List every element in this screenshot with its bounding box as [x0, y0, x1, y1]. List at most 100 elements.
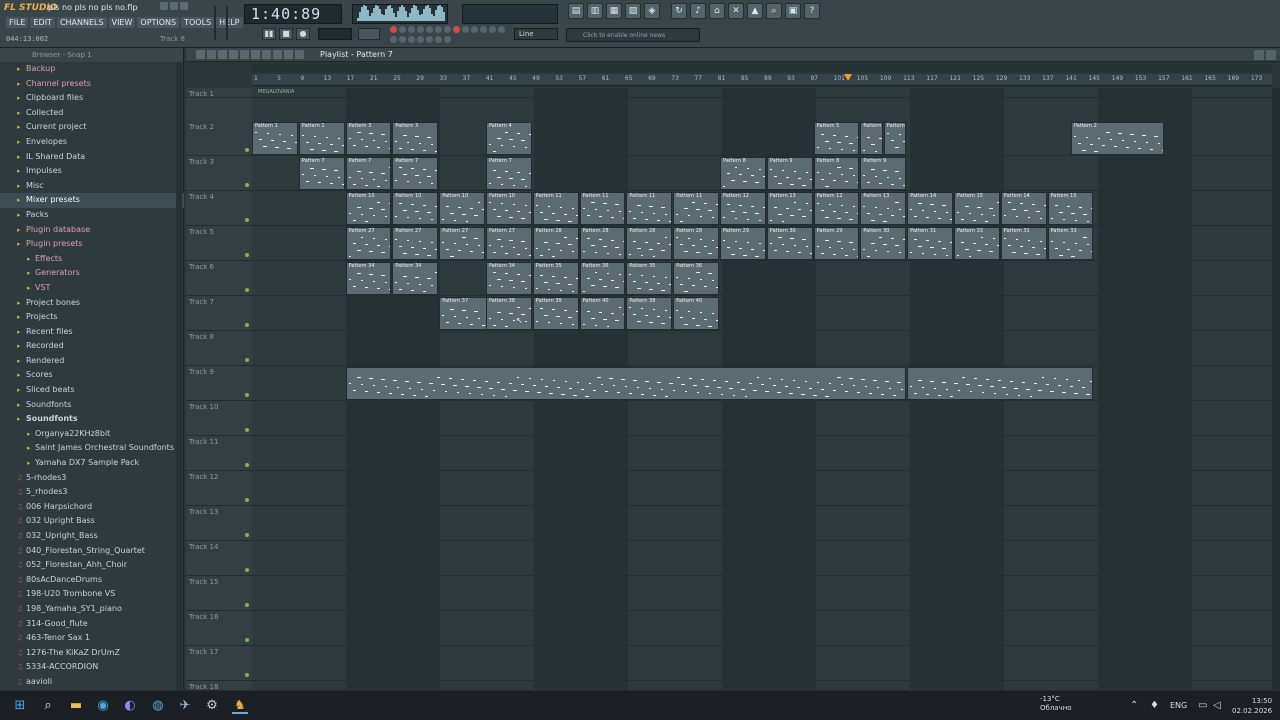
browser-item[interactable]: Saint James Orchestral Soundfonts — [0, 441, 184, 456]
track-lane[interactable] — [252, 541, 1272, 576]
track-mute-icon[interactable] — [245, 673, 249, 677]
playlist-grid[interactable]: MEGALOVANIA Pattern 1 Pattern 1 Pattern 3 Pa… — [252, 88, 1272, 690]
search-icon[interactable]: ⌕ — [40, 698, 56, 714]
horizontal-scrollbar[interactable] — [252, 64, 1272, 72]
pattern-clip[interactable]: Pattern 13 — [766, 192, 813, 225]
browser-item[interactable]: 314-Good_flute — [0, 617, 184, 632]
track-header[interactable]: Track 2 — [186, 121, 252, 156]
browser-item[interactable]: 040_Florestan_String_Quartet — [0, 544, 184, 559]
browser-item[interactable]: Sliced beats — [0, 383, 184, 398]
pattern-clip[interactable]: Pattern 30 — [766, 227, 813, 260]
pattern-clip[interactable]: Pattern 31 — [907, 227, 953, 260]
pattern-clip[interactable]: Pattern 34 — [486, 262, 532, 295]
song-time-display[interactable]: 1:40:89 — [244, 4, 342, 24]
pattern-clip[interactable]: Pattern 10 — [486, 192, 532, 225]
track-header[interactable]: Track 5 — [186, 226, 252, 261]
pattern-clip[interactable]: Pattern 35 — [626, 262, 673, 295]
browser-item[interactable]: Packs — [0, 208, 184, 223]
discord-icon[interactable]: ◐ — [122, 698, 138, 714]
master-sliders[interactable] — [208, 4, 236, 44]
recording-options[interactable] — [390, 26, 510, 44]
playlist-maximize-button[interactable] — [1254, 50, 1264, 60]
track-mute-icon[interactable] — [245, 603, 249, 607]
browser-item[interactable]: Effects — [0, 252, 184, 267]
track-mute-icon[interactable] — [245, 533, 249, 537]
tempo-display[interactable] — [318, 28, 352, 40]
slip-tool-icon[interactable] — [240, 50, 249, 59]
system-clock[interactable]: 13:50 02.02.2026 — [1232, 696, 1272, 716]
track-lane[interactable] — [252, 88, 1272, 98]
track-lane[interactable] — [252, 471, 1272, 506]
browser-scrollbar[interactable] — [176, 62, 182, 690]
pattern-clip[interactable]: Pattern 12 — [813, 192, 860, 225]
playlist-shortcut-icon[interactable]: ▤ — [568, 3, 584, 19]
pattern-clip[interactable]: Pattern 33 — [954, 227, 1000, 260]
pattern-clip[interactable]: Pattern 7 — [298, 157, 345, 190]
track-mute-icon[interactable] — [245, 463, 249, 467]
playback-tool-icon[interactable] — [284, 50, 293, 59]
chevron-up-icon[interactable]: ⌃ — [1130, 700, 1138, 711]
pause-button[interactable]: ▮▮ — [262, 28, 276, 40]
browser-item[interactable]: Impulses — [0, 164, 184, 179]
track-mute-icon[interactable] — [245, 218, 249, 222]
pattern-clip[interactable]: Pattern 11 — [579, 192, 626, 225]
pattern-clip[interactable]: Pattern 27 — [392, 227, 439, 260]
browser-item[interactable]: 198_Yamaha_SY1_piano — [0, 602, 184, 617]
track-header[interactable]: Track 3 — [186, 156, 252, 191]
pattern-clip[interactable]: Pattern 8 — [813, 157, 860, 190]
pattern-clip[interactable]: Pattern 29 — [813, 227, 860, 260]
pattern-clip[interactable]: Pattern 1 — [252, 122, 298, 155]
delete-tool-icon[interactable] — [218, 50, 227, 59]
pattern-clip[interactable]: Pattern 27 — [486, 227, 532, 260]
menu-file[interactable]: FILE — [6, 17, 29, 28]
browser-item[interactable]: Scores — [0, 368, 184, 383]
track-mute-icon[interactable] — [245, 148, 249, 152]
weather-widget[interactable]: -13°C Облачно — [1040, 695, 1072, 713]
minimize-button[interactable] — [160, 2, 168, 10]
browser-item[interactable]: 052_Florestan_Ahh_Choir — [0, 558, 184, 573]
track-mute-icon[interactable] — [245, 288, 249, 292]
pattern-clip[interactable]: Pattern 15 — [1047, 192, 1094, 225]
browser-item[interactable]: Soundfonts — [0, 398, 184, 413]
browser-item[interactable]: Envelopes — [0, 135, 184, 150]
track-mute-icon[interactable] — [245, 323, 249, 327]
pattern-clip[interactable]: Pattern 3 — [345, 122, 392, 155]
track-mute-icon[interactable] — [245, 253, 249, 257]
pattern-clip[interactable]: Pattern 7 — [486, 157, 532, 190]
track-lane[interactable] — [252, 401, 1272, 436]
browser-item[interactable]: Current project — [0, 120, 184, 135]
browser-item[interactable]: 006 Harpsichord — [0, 500, 184, 515]
pattern-clip[interactable]: Pattern 7 — [345, 157, 392, 190]
pattern-clip[interactable]: Pattern 9 — [766, 157, 813, 190]
track-header[interactable]: Track 10 — [186, 401, 252, 436]
pattern-clip[interactable]: Pattern 14 — [1000, 192, 1047, 225]
browser-item[interactable]: Projects — [0, 310, 184, 325]
pattern-clip[interactable]: Pattern 31 — [1000, 227, 1047, 260]
pattern-clip[interactable]: Pattern 9 — [860, 157, 907, 190]
steam-icon[interactable]: ✈ — [177, 698, 193, 714]
pattern-clip[interactable]: Pattern 14 — [907, 192, 953, 225]
pattern-clip[interactable]: Pattern 5 — [883, 122, 907, 155]
track-header[interactable]: Track 6 — [186, 261, 252, 296]
pattern-clip[interactable]: Pattern 13 — [860, 192, 907, 225]
menu-view[interactable]: VIEW — [108, 17, 136, 28]
mixer-shortcut-icon[interactable]: ▧ — [625, 3, 641, 19]
browser-item[interactable]: Recent files — [0, 325, 184, 340]
language-indicator[interactable]: ENG — [1170, 701, 1187, 710]
pattern-clip[interactable]: Pattern 33 — [1047, 227, 1094, 260]
pattern-clip[interactable]: Pattern 8 — [720, 157, 766, 190]
pattern-clip[interactable]: Pattern 10 — [392, 192, 439, 225]
browser-item[interactable]: Backup — [0, 62, 184, 77]
volume-icon[interactable]: ◁ — [1213, 700, 1221, 711]
pattern-clip[interactable]: Pattern 12 — [720, 192, 766, 225]
file-explorer-icon[interactable]: ▬ — [68, 698, 84, 714]
pattern-clip[interactable]: Pattern 39 — [532, 297, 579, 330]
menu-channels[interactable]: CHANNELS — [56, 17, 107, 28]
snap-tool-icon[interactable] — [295, 50, 304, 59]
channel-rack-shortcut-icon[interactable]: ▦ — [606, 3, 622, 19]
browser-item[interactable]: aavioli — [0, 675, 184, 690]
pattern-clip[interactable]: Pattern 28 — [673, 227, 719, 260]
browser-item[interactable]: Recorded — [0, 339, 184, 354]
browser-item[interactable]: Clipboard files — [0, 91, 184, 106]
track-lane[interactable] — [252, 576, 1272, 611]
